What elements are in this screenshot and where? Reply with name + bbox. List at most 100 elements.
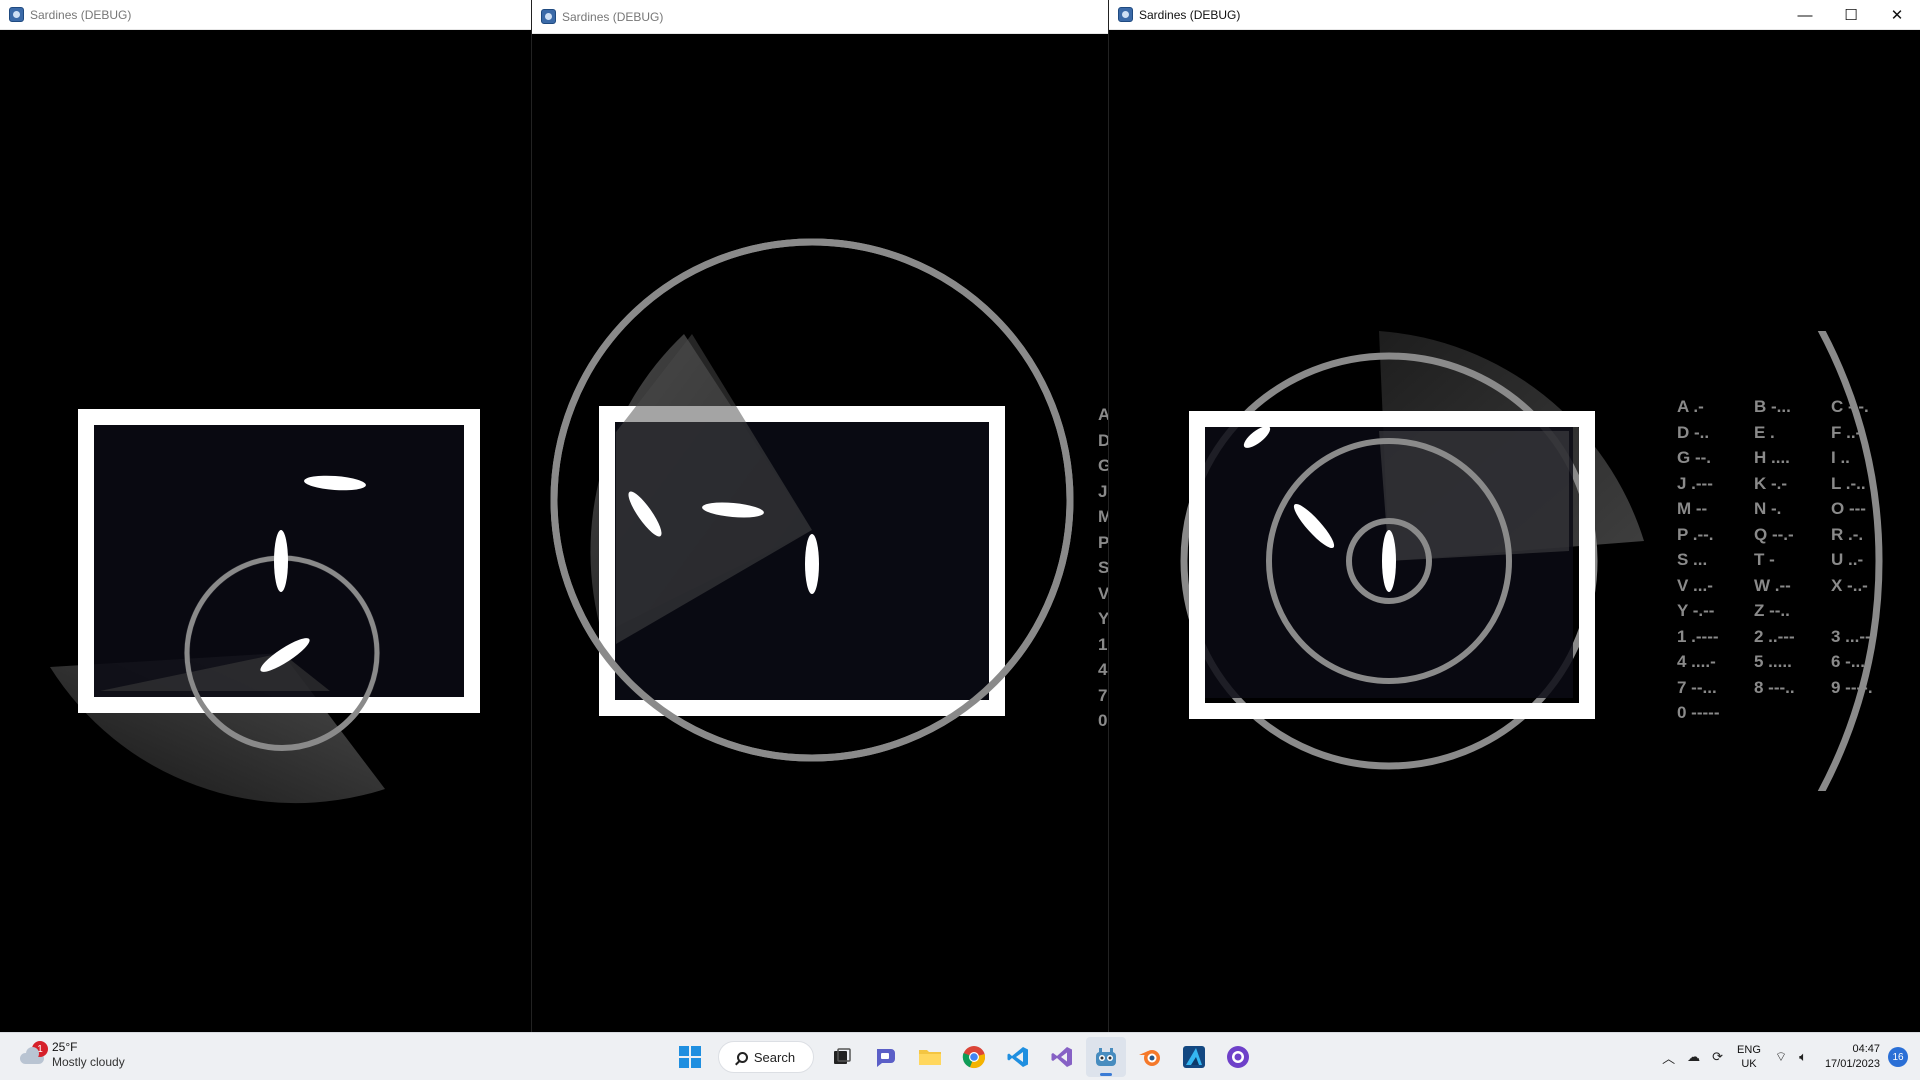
morse-entry: 5 ..... [1754,652,1792,671]
morse-entry: 9 ----. [1831,677,1873,697]
taskbar-apps: Search [668,1037,1260,1077]
godot-app-icon [541,9,556,24]
game-scene [50,409,480,804]
morse-entry: 4 ....- [1677,652,1716,671]
window-title: Sardines (DEBUG) [1139,7,1241,22]
taskbar: 1 25°F Mostly cloudy Search ︿ ☁ ⟳ ENG UK… [0,1032,1920,1080]
morse-partial-column: A D G J M P S V Y 1 4 7 0 [1098,402,1108,734]
morse-letter: S [1098,555,1108,581]
player-sardine [1382,530,1396,592]
game-window-2[interactable]: Sardines (DEBUG) A D G J M P [531,0,1108,1032]
sonar-sweep-inner [1379,431,1569,561]
morse-entry: 0 ----- [1677,703,1720,722]
active-indicator [1100,1073,1112,1076]
morse-code-table: A .- B -... C -.-. D -.. E . F ..-. G --… [1677,394,1907,734]
godot-app-icon [1118,7,1133,22]
window-title: Sardines (DEBUG) [30,7,132,22]
morse-entry: X -..- [1831,575,1868,595]
morse-letter: A [1098,402,1108,428]
weather-condition: Mostly cloudy [52,1055,125,1069]
affinity-designer-icon[interactable] [1174,1037,1214,1077]
morse-letter: Y [1098,606,1108,632]
morse-entry: J .--- [1677,473,1713,493]
morse-letter: V [1098,581,1108,607]
morse-entry: R .-. [1831,524,1864,544]
window-titlebar[interactable]: Sardines (DEBUG) — ☐ ✕ [1109,0,1920,30]
morse-entry: S ... [1677,550,1708,569]
start-icon[interactable] [670,1037,710,1077]
morse-entry: I .. [1831,448,1850,467]
morse-entry: N -. [1754,499,1782,518]
morse-letter: D [1098,428,1108,454]
morse-entry: T - [1754,550,1775,569]
date: 17/01/2023 [1824,1058,1880,1070]
blender-icon[interactable] [1130,1037,1170,1077]
language-indicator[interactable]: ENG UK [1737,1043,1761,1071]
morse-entry: M -- [1677,499,1708,518]
system-tray: ︿ ☁ ⟳ ENG UK ⌔ 🔈︎ 04:47 17/01/2023 16 [1656,1033,1920,1080]
game-viewport[interactable]: A D G J M P S V Y 1 4 7 0 [532,34,1108,1032]
morse-entry: P .--. [1677,524,1714,544]
player-sardine [805,534,819,594]
wifi-icon[interactable]: ⌔ [1775,1049,1787,1065]
region-code: UK [1741,1058,1757,1070]
window-titlebar[interactable]: Sardines (DEBUG) [532,0,1108,34]
chevron-up-icon[interactable]: ︿ [1662,1048,1675,1067]
morse-entry: 1 .---- [1677,626,1719,646]
language-code: ENG [1737,1044,1761,1056]
maximize-button[interactable]: ☐ [1828,0,1874,30]
search-button[interactable]: Search [718,1041,814,1073]
onedrive-icon[interactable]: ☁ [1687,1049,1700,1065]
window-titlebar[interactable]: Sardines (DEBUG) [0,0,531,30]
teams-chat-icon[interactable] [866,1037,906,1077]
morse-entry: H .... [1754,448,1790,467]
morse-entry: F ..-. [1831,422,1866,442]
game-window-3[interactable]: Sardines (DEBUG) — ☐ ✕ A .- B -... C -.-… [1108,0,1920,1032]
morse-entry: 3 ...-- [1831,626,1871,646]
cloud-icon: 1 [18,1041,48,1065]
morse-entry: 7 --... [1677,677,1717,697]
morse-entry: K -.- [1754,473,1788,493]
morse-letter: M [1098,504,1108,530]
morse-entry: L .-.. [1831,473,1866,493]
game-viewport[interactable] [0,31,531,1032]
vscode-icon[interactable] [998,1037,1038,1077]
chrome-icon[interactable] [954,1037,994,1077]
clock[interactable]: 04:47 17/01/2023 [1825,1042,1880,1072]
morse-entry: O --- [1831,499,1866,518]
visual-studio-icon[interactable] [1042,1037,1082,1077]
sync-icon[interactable]: ⟳ [1712,1049,1723,1065]
window-controls: — ☐ ✕ [1782,0,1920,30]
godot-icon[interactable] [1086,1037,1126,1077]
file-explorer-icon[interactable] [910,1037,950,1077]
morse-letter: J [1098,481,1108,501]
volume-icon[interactable]: 🔈︎ [1799,1049,1807,1065]
morse-entry: 6 -.... [1831,652,1870,671]
morse-entry: C -.-. [1831,397,1869,416]
minimize-button[interactable]: — [1782,0,1828,30]
github-desktop-icon[interactable] [1218,1037,1258,1077]
godot-app-icon [9,7,24,22]
morse-entry: 2 ..--- [1754,626,1795,646]
time: 04:47 [1852,1043,1880,1055]
search-label: Search [753,1049,796,1065]
morse-letter: 7 [1098,685,1108,705]
morse-entry: Q --.- [1754,524,1794,544]
morse-entry: E . [1754,422,1775,442]
morse-letter: P [1098,530,1108,556]
game-viewport[interactable]: A .- B -... C -.-. D -.. E . F ..-. G --… [1109,31,1920,1032]
morse-entry: A .- [1677,397,1704,416]
game-scene [550,238,1074,762]
weather-widget[interactable]: 1 25°F Mostly cloudy [18,1040,125,1070]
morse-letter: 4 [1098,660,1108,679]
morse-entry: G --. [1677,448,1711,467]
notification-badge[interactable]: 16 [1888,1047,1908,1067]
search-icon [736,1051,748,1063]
task-view-icon[interactable] [822,1037,862,1077]
weather-badge: 1 [32,1041,48,1057]
window-title: Sardines (DEBUG) [562,9,664,24]
morse-entry: Z --.. [1754,601,1790,620]
close-button[interactable]: ✕ [1874,0,1920,30]
morse-entry: V ...- [1677,575,1713,595]
game-window-1[interactable]: Sardines (DEBUG) [0,0,531,1032]
